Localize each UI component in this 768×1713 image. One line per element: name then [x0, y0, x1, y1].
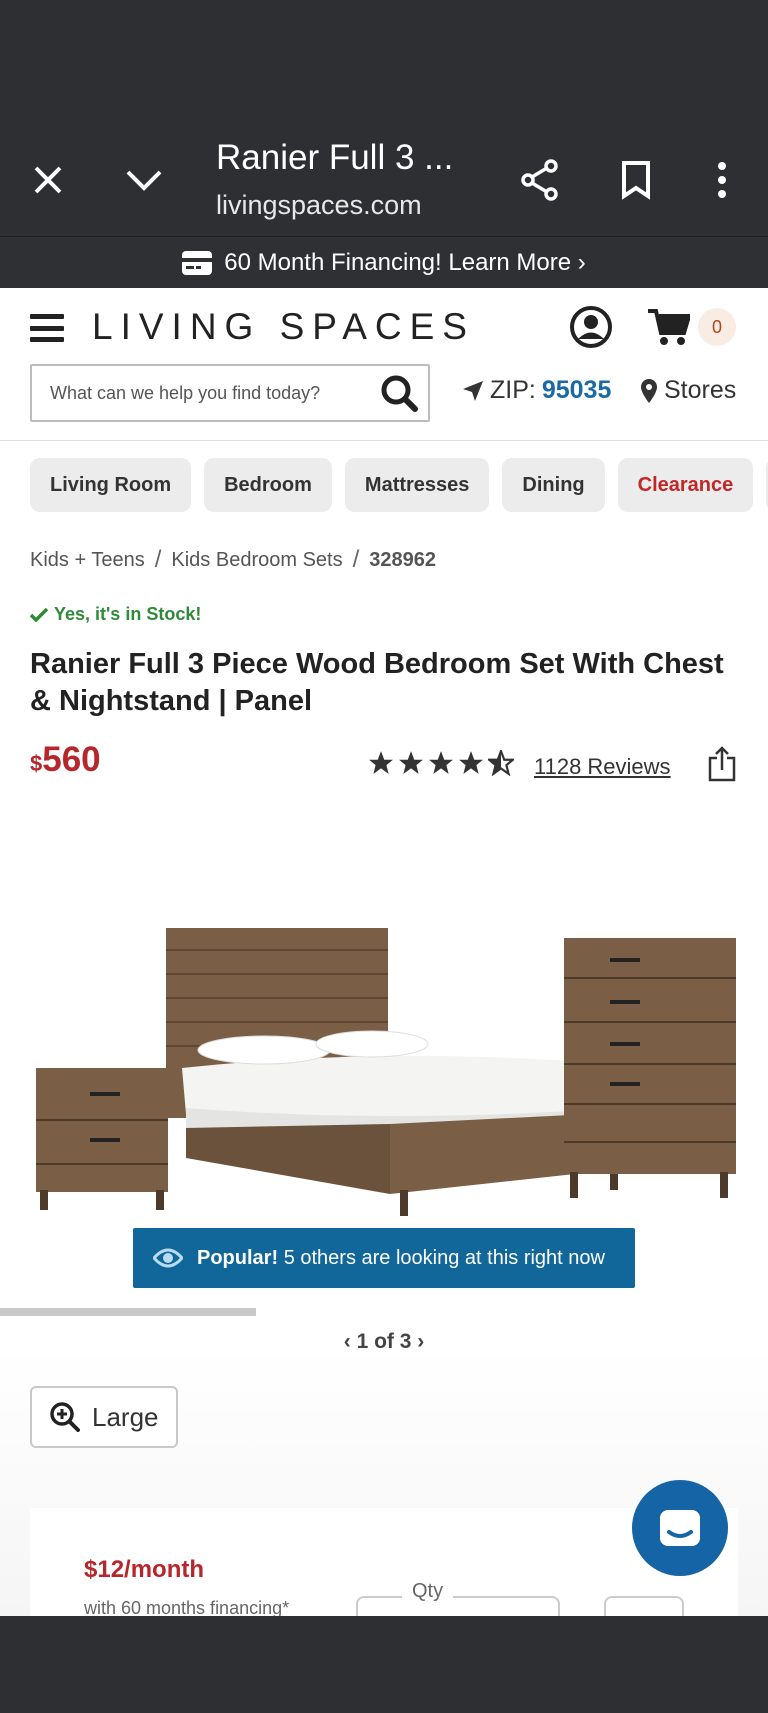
quantity-select[interactable] [356, 1596, 560, 1616]
promo-text: 60 Month Financing! Learn More › [224, 248, 586, 276]
hamburger-menu-icon[interactable] [30, 314, 64, 342]
pager-label: 1 of 3 [356, 1330, 412, 1353]
share-icon[interactable] [518, 158, 562, 202]
category-clearance[interactable]: Clearance [617, 458, 754, 512]
breadcrumb: Kids + Teens / Kids Bedroom Sets / 32896… [30, 546, 436, 574]
breadcrumb-separator: / [352, 546, 360, 573]
stock-text: Yes, it's in Stock! [54, 604, 202, 624]
zoom-label: Large [92, 1401, 159, 1432]
price-amount: 560 [42, 740, 101, 779]
share-product-icon[interactable] [708, 746, 736, 787]
search-input[interactable]: What can we help you find today? [30, 364, 430, 422]
stock-status: Yes, it's in Stock! [30, 604, 201, 625]
category-nav: Living Room Bedroom Mattresses Dining Cl… [30, 458, 768, 512]
qty-label: Qty [402, 1580, 454, 1603]
popular-banner: Popular! 5 others are looking at this ri… [133, 1228, 635, 1288]
price-currency: $ [30, 751, 43, 776]
popular-detail: 5 others are looking at this right now [283, 1246, 605, 1269]
star-icon [369, 751, 393, 774]
star-half-icon [488, 750, 514, 776]
star-icon [429, 751, 453, 774]
cart-count-badge[interactable]: 0 [698, 308, 736, 346]
search-placeholder: What can we help you find today? [50, 382, 321, 403]
account-icon[interactable] [570, 306, 612, 353]
close-icon[interactable] [26, 158, 70, 202]
browser-page-title[interactable]: Ranier Full 3 ... [216, 138, 453, 178]
zip-value: 95035 [541, 376, 612, 404]
breadcrumb-separator: / [154, 546, 162, 573]
reviews-link[interactable]: 1128 Reviews [534, 754, 671, 780]
location-arrow-icon [463, 380, 483, 401]
breadcrumb-current: 328962 [369, 548, 437, 571]
chat-icon [660, 1510, 700, 1546]
checkmark-icon [30, 607, 48, 622]
chevron-left-icon[interactable]: ‹ [344, 1330, 351, 1353]
cart-icon[interactable] [648, 308, 692, 351]
chevron-right-icon[interactable]: › [417, 1330, 424, 1353]
monthly-price: $12/month [84, 1556, 205, 1583]
category-mattresses[interactable]: Mattresses [344, 458, 490, 512]
category-dining[interactable]: Dining [502, 458, 605, 512]
secondary-select[interactable] [604, 1596, 684, 1616]
status-bar [0, 0, 768, 118]
zip-selector[interactable]: ZIP: 95035 [462, 376, 611, 405]
breadcrumb-item[interactable]: Kids Bedroom Sets [171, 549, 342, 572]
category-bedroom[interactable]: Bedroom [204, 458, 332, 512]
popular-text: Popular! 5 others are looking at this ri… [197, 1247, 605, 1270]
product-price: $560 [30, 740, 101, 780]
stores-label: Stores [664, 376, 737, 404]
site-logo[interactable]: LIVING SPACES [92, 306, 475, 348]
zoom-in-icon [50, 1402, 80, 1432]
search-icon[interactable] [380, 374, 418, 417]
credit-card-icon [182, 250, 213, 275]
bookmark-icon[interactable] [614, 158, 658, 202]
star-icon [399, 751, 423, 774]
zoom-large-button[interactable]: Large [30, 1386, 178, 1448]
product-title: Ranier Full 3 Piece Wood Bedroom Set Wit… [30, 648, 724, 717]
chat-button[interactable] [632, 1480, 728, 1576]
web-page: LIVING SPACES 0 What can we help you fin… [0, 288, 768, 1616]
stores-link[interactable]: Stores [640, 376, 736, 405]
map-pin-icon [641, 378, 657, 403]
financing-note: with 60 months financing* [84, 1598, 290, 1616]
more-vertical-icon[interactable] [700, 158, 744, 202]
gallery-progress [0, 1308, 256, 1316]
star-icon [459, 751, 483, 774]
category-living-room[interactable]: Living Room [30, 458, 192, 512]
zip-label: ZIP: [490, 376, 536, 404]
financing-promo-banner[interactable]: 60 Month Financing! Learn More › [0, 236, 768, 288]
header-divider [0, 440, 768, 441]
browser-url[interactable]: livingspaces.com [216, 190, 422, 221]
browser-toolbar: Ranier Full 3 ... livingspaces.com [0, 118, 768, 236]
popular-bold: Popular! [197, 1246, 279, 1269]
chevron-down-icon[interactable] [122, 158, 166, 202]
product-image[interactable] [30, 928, 744, 1218]
breadcrumb-item[interactable]: Kids + Teens [30, 549, 145, 572]
system-nav-bar [0, 1616, 768, 1713]
eye-icon [153, 1248, 183, 1268]
gallery-pager: ‹ 1 of 3 › [0, 1330, 768, 1354]
rating-stars[interactable] [368, 750, 514, 776]
